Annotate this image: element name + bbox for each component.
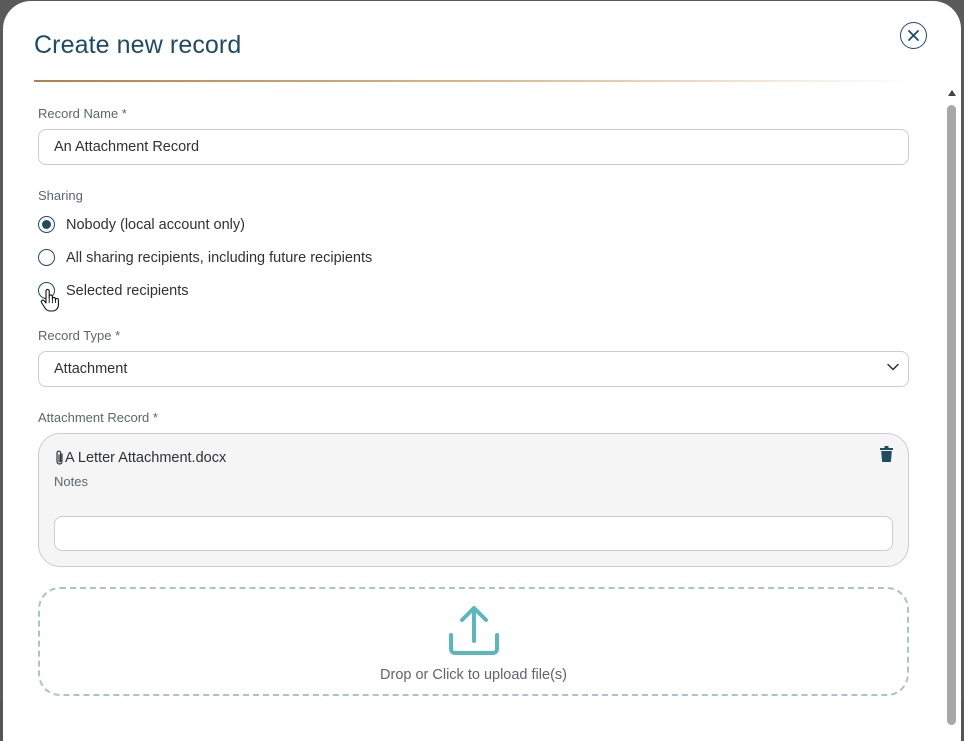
record-type-value: Attachment	[54, 361, 128, 377]
scrollbar[interactable]	[946, 89, 958, 725]
notes-label: Notes	[54, 474, 88, 489]
record-name-label: Record Name *	[38, 106, 127, 121]
scroll-up-arrow-icon[interactable]	[948, 90, 956, 96]
trash-icon[interactable]	[880, 446, 893, 462]
upload-dropzone[interactable]: Drop or Click to upload file(s)	[38, 587, 909, 696]
close-icon	[908, 30, 919, 41]
chevron-down-icon	[887, 363, 899, 371]
attachment-file-name: A Letter Attachment.docx	[65, 450, 227, 466]
record-type-label: Record Type *	[38, 328, 121, 343]
record-type-select[interactable]: Attachment	[38, 351, 909, 387]
dialog-title: Create new record	[34, 31, 242, 59]
notes-input[interactable]	[54, 516, 893, 551]
create-record-dialog: Create new record Record Name * An Attac…	[3, 1, 961, 741]
attachment-file[interactable]: A Letter Attachment.docx	[55, 450, 226, 466]
scrollbar-thumb[interactable]	[947, 105, 956, 725]
hand-pointer-cursor-icon	[40, 288, 59, 312]
sharing-option-label: Nobody (local account only)	[66, 216, 245, 233]
attachment-card: A Letter Attachment.docx Notes	[38, 433, 909, 567]
upload-text: Drop or Click to upload file(s)	[380, 667, 567, 683]
sharing-option-all-recipients[interactable]: All sharing recipients, including future…	[38, 249, 372, 266]
sharing-option-selected-recipients[interactable]: Selected recipients	[38, 282, 189, 299]
close-button[interactable]	[900, 22, 927, 49]
radio-button[interactable]	[38, 249, 55, 266]
title-divider	[34, 80, 914, 82]
sharing-option-label: All sharing recipients, including future…	[66, 249, 373, 266]
paperclip-icon	[56, 450, 63, 465]
sharing-option-label: Selected recipients	[66, 282, 189, 299]
sharing-option-nobody[interactable]: Nobody (local account only)	[38, 216, 245, 233]
sharing-label: Sharing	[38, 188, 83, 203]
record-name-input[interactable]: An Attachment Record	[38, 129, 909, 165]
upload-icon	[449, 606, 499, 655]
radio-button-selected[interactable]	[38, 216, 55, 233]
attachment-record-label: Attachment Record *	[38, 410, 158, 425]
